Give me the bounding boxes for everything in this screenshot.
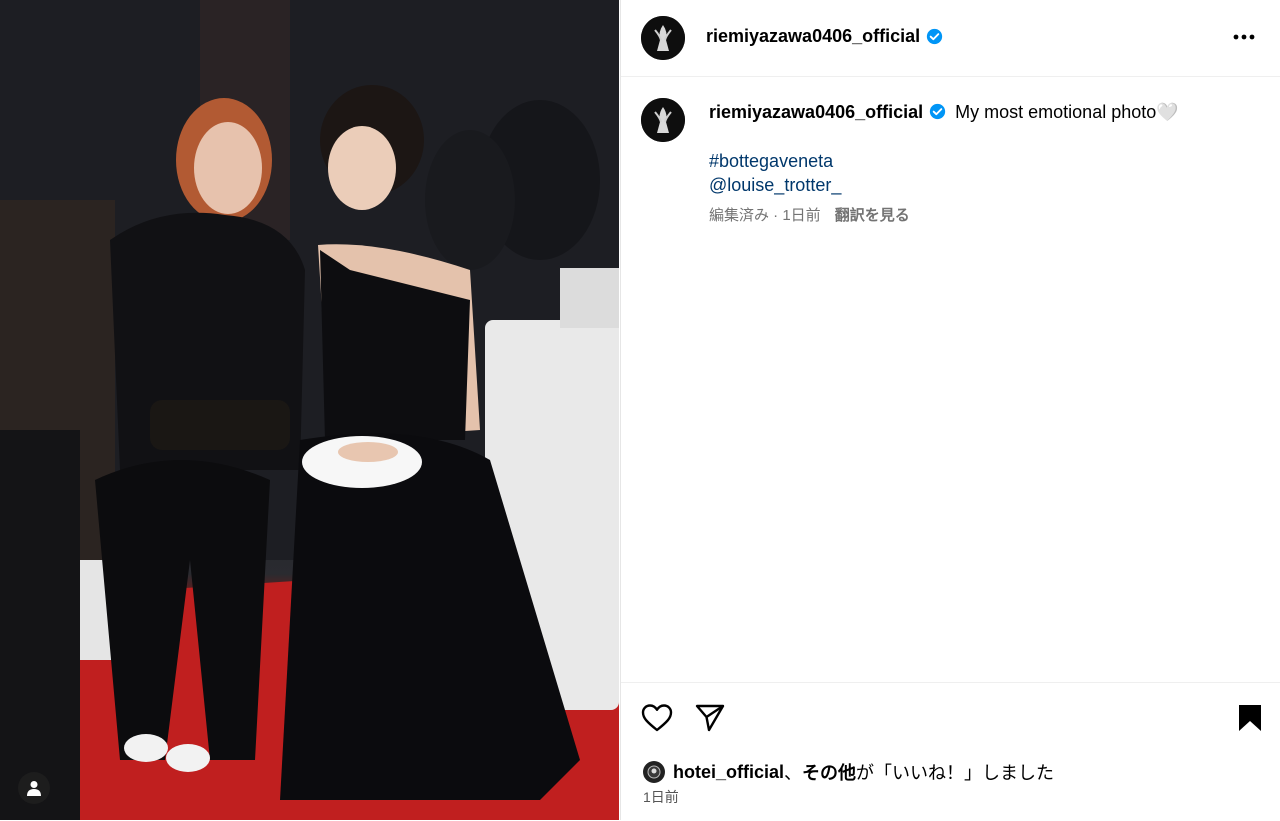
translate-button[interactable]: 翻訳を見る: [835, 207, 910, 224]
save-button[interactable]: [1237, 703, 1263, 738]
send-icon: [695, 704, 725, 732]
post-side-panel: riemiyazawa0406_official riemiyazawa0406…: [620, 0, 1280, 820]
author-avatar[interactable]: [641, 16, 685, 60]
caption-author-avatar[interactable]: [641, 98, 685, 142]
photo-illustration: [0, 0, 619, 820]
bookmark-icon: [1239, 705, 1261, 731]
avatar-image: [641, 98, 685, 142]
mention-link[interactable]: @louise_trotter_: [709, 173, 841, 197]
user-tag-button[interactable]: [18, 772, 50, 804]
edited-label: 編集済み · 1日前: [709, 207, 821, 224]
heart-icon: [641, 704, 673, 732]
white-heart-emoji: 🤍: [1156, 102, 1179, 122]
caption-username[interactable]: riemiyazawa0406_official: [709, 102, 923, 122]
likes-summary: hotei_official、その他 が「いいね！」しました: [643, 759, 1054, 785]
liker-username[interactable]: hotei_official: [673, 762, 784, 783]
post-timestamp[interactable]: 1日前: [643, 787, 679, 807]
verified-badge-icon: [926, 28, 943, 45]
hashtag-link[interactable]: #bottegaveneta: [709, 149, 841, 173]
likes-suffix: が「いいね！」しました: [856, 763, 1055, 783]
more-options-icon: [1233, 34, 1255, 40]
likes-separator: 、: [784, 763, 803, 783]
more-options-button[interactable]: [1229, 24, 1259, 50]
liker-avatar-image: [647, 765, 661, 779]
avatar-image: [641, 16, 685, 60]
author-username[interactable]: riemiyazawa0406_official: [706, 26, 920, 47]
like-button[interactable]: [641, 703, 673, 738]
post-actions: hotei_official、その他 が「いいね！」しました 1日前: [621, 682, 1280, 821]
post-header: riemiyazawa0406_official: [621, 0, 1280, 77]
share-button[interactable]: [694, 703, 726, 738]
liker-avatar[interactable]: [643, 761, 665, 783]
post-photo[interactable]: [0, 0, 619, 820]
post-caption: riemiyazawa0406_official My most emotion…: [709, 100, 1257, 124]
verified-badge-icon: [929, 103, 946, 120]
caption-meta: 編集済み · 1日前 翻訳を見る: [709, 204, 910, 225]
likes-others-link[interactable]: その他: [802, 759, 856, 785]
user-tag-icon: [27, 781, 41, 796]
caption-tags: #bottegaveneta @louise_trotter_: [709, 149, 841, 197]
caption-text: My most emotional photo: [955, 102, 1157, 122]
